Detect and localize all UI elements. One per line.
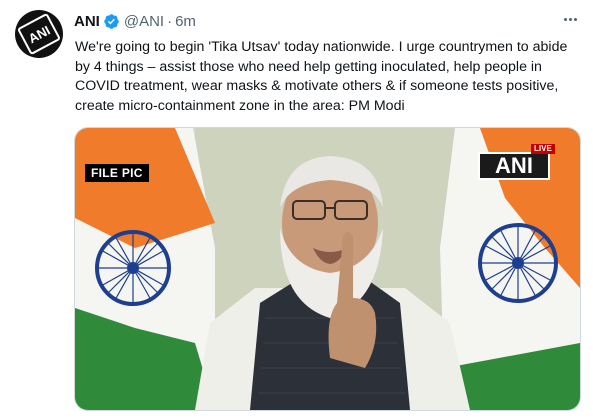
verified-badge-icon: [104, 13, 119, 29]
ani-watermark: ANI: [478, 152, 550, 180]
tweet-header: ANI @ANI · 6m: [74, 11, 196, 31]
ani-logo-icon: ANI: [16, 12, 62, 56]
live-badge: LIVE: [531, 144, 555, 154]
author-name[interactable]: ANI: [74, 13, 100, 30]
author-handle[interactable]: @ANI: [124, 13, 164, 30]
tweet-media-image[interactable]: FILE PIC ANI LIVE: [74, 127, 581, 411]
author-avatar[interactable]: ANI: [15, 10, 63, 58]
tweet-timestamp[interactable]: 6m: [175, 13, 196, 30]
file-pic-label: FILE PIC: [85, 164, 149, 182]
header-separator: ·: [167, 12, 173, 30]
tweet-card[interactable]: ANI ANI @ANI · 6m We're going to begin '…: [0, 0, 593, 419]
more-options-icon[interactable]: [557, 8, 583, 30]
tweet-text: We're going to begin 'Tika Utsav' today …: [75, 39, 568, 114]
